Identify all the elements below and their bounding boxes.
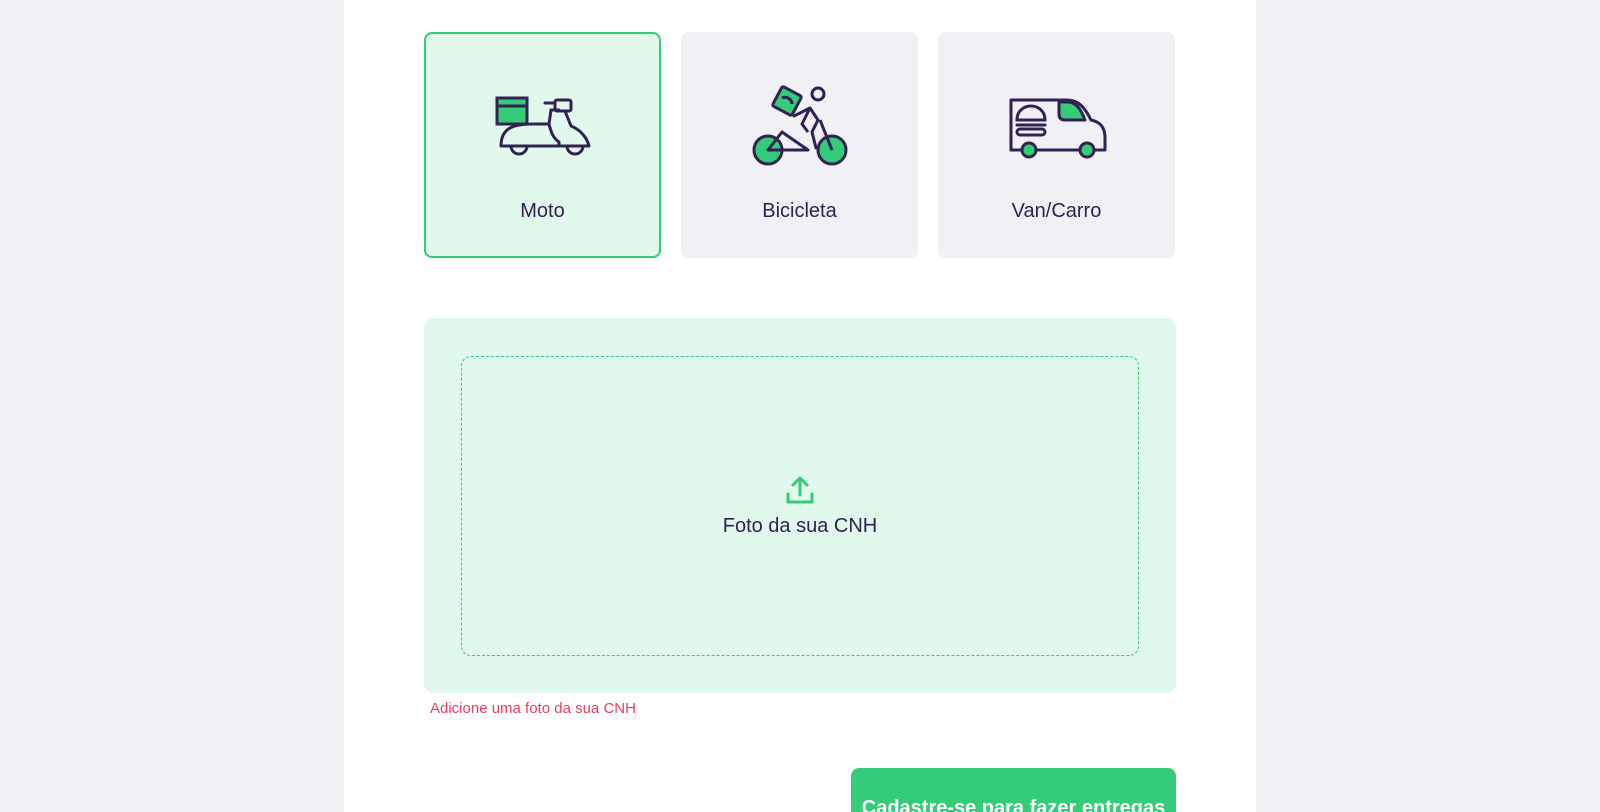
delivery-van-icon (1009, 98, 1106, 159)
vehicle-card-van-carro[interactable]: Van/Carro (938, 32, 1175, 258)
vehicle-label: Moto (520, 200, 565, 222)
upload-icon (786, 476, 814, 504)
submit-button[interactable]: Cadastre-se para fazer entregas (851, 768, 1176, 812)
vehicle-label: Van/Carro (1011, 200, 1102, 222)
scooter-delivery-icon (495, 96, 590, 156)
vehicle-card-moto[interactable]: Moto (424, 32, 661, 258)
vehicle-options: Moto Bicicleta Van/Carro (424, 32, 1176, 258)
bicycle-courier-icon (752, 85, 847, 166)
cnh-upload-area: Foto da sua CNH (424, 318, 1176, 693)
dropzone-label: Foto da sua CNH (722, 515, 878, 537)
cnh-dropzone[interactable]: Foto da sua CNH (461, 356, 1139, 656)
vehicle-label: Bicicleta (762, 200, 837, 222)
vehicle-card-bicicleta[interactable]: Bicicleta (681, 32, 918, 258)
upload-error-message: Adicione uma foto da sua CNH (430, 700, 636, 717)
form-panel: Moto Bicicleta Van/Carro Foto da sua CNH… (344, 0, 1256, 812)
